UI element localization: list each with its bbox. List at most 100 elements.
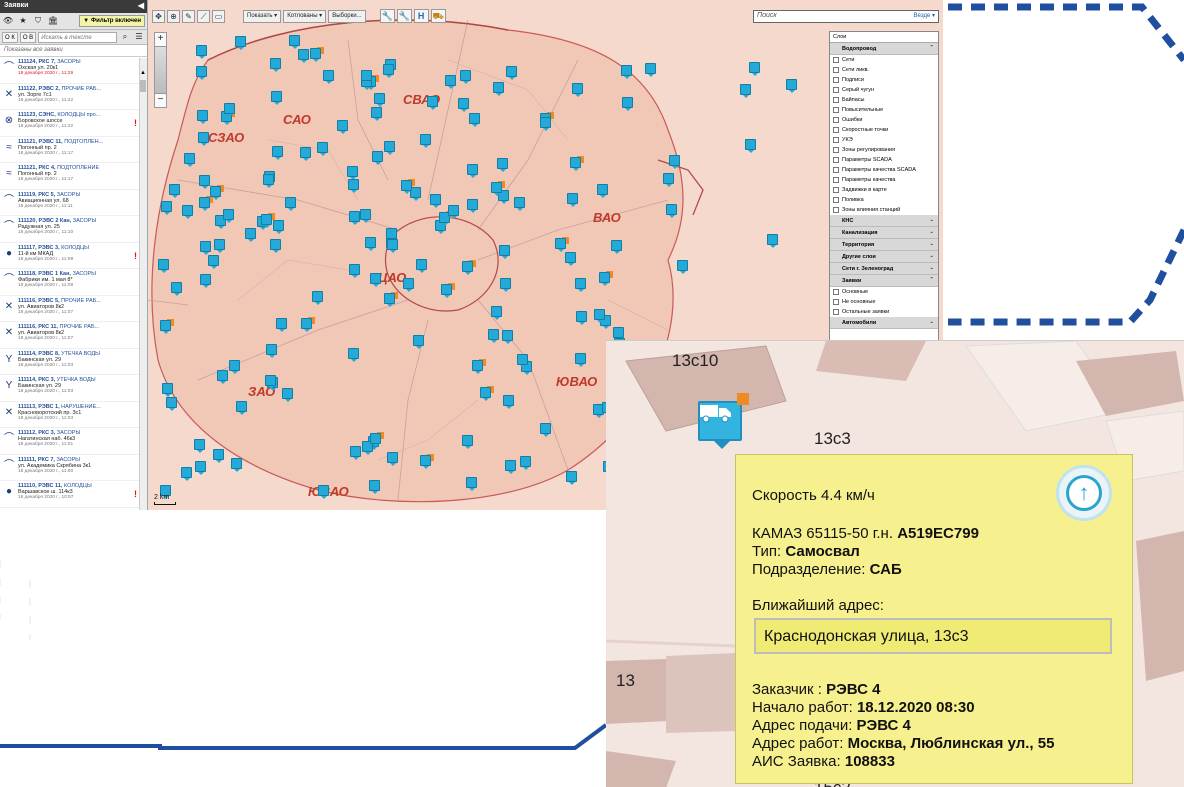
layer-checkbox[interactable] (833, 67, 839, 73)
vehicle-marker[interactable] (198, 175, 210, 190)
list-item[interactable]: ⌒ 111111, РКС 7, ЗАСОРЫ ул. Академика Скря… (0, 455, 147, 481)
layer-checkbox[interactable] (833, 147, 839, 153)
vehicle-marker[interactable] (346, 165, 358, 180)
vehicle-marker[interactable] (384, 140, 396, 155)
list-item[interactable]: ⌒ 111118, РЭВС 1 Кан, ЗАСОРЫ Фабрики им. 1… (0, 269, 147, 296)
zoom-area-icon[interactable]: ⊕ (167, 9, 180, 23)
list-item[interactable]: ⌒ 111120, РЭВС 2 Кан, ЗАСОРЫ Радужная ул. … (0, 216, 147, 243)
shield-icon[interactable]: ⛉ (32, 15, 44, 27)
search-icon[interactable]: ⌕ (119, 31, 131, 43)
vehicle-marker[interactable] (300, 146, 312, 161)
vehicle-marker[interactable] (487, 329, 499, 344)
vehicle-marker[interactable] (539, 117, 551, 132)
vehicle-marker[interactable] (497, 157, 509, 172)
vehicle-marker[interactable] (574, 352, 586, 367)
layer-row[interactable]: Повысительные (830, 105, 938, 115)
layer-checkbox[interactable] (833, 117, 839, 123)
pan-icon[interactable]: ✥ (152, 9, 165, 23)
vehicle-marker[interactable] (594, 308, 606, 323)
vehicle-marker[interactable] (501, 329, 513, 344)
collapse-panel-icon[interactable]: ◀ (138, 1, 144, 10)
vehicle-marker[interactable] (767, 233, 779, 248)
list-item[interactable]: ● 111110, РЭВС 11, КОЛОДЦЫ Варшавское ш. 1… (0, 481, 147, 508)
excavator-icon[interactable]: ⛟ (430, 9, 446, 23)
vehicle-marker[interactable] (213, 448, 225, 463)
vehicle-marker[interactable] (387, 451, 399, 466)
vehicle-marker[interactable] (260, 214, 272, 229)
vehicle-marker[interactable] (386, 238, 398, 253)
layer-checkbox[interactable] (833, 57, 839, 63)
ok-toggle-button[interactable]: О К (2, 31, 18, 43)
truck-marker[interactable] (698, 393, 749, 449)
layer-row[interactable]: Поливка (830, 195, 938, 205)
vehicle-marker[interactable] (400, 179, 412, 194)
layer-group[interactable]: Автомобили ⌄ (830, 317, 938, 329)
vehicle-marker[interactable] (513, 196, 525, 211)
vehicle-marker[interactable] (208, 254, 220, 269)
wrench-settings-icon[interactable]: 🔧 (396, 9, 412, 23)
vehicle-marker[interactable] (676, 259, 688, 274)
vehicle-marker[interactable] (316, 141, 328, 156)
vehicle-marker[interactable] (272, 145, 284, 160)
vehicle-marker[interactable] (506, 65, 518, 80)
scroll-thumb[interactable] (140, 80, 146, 92)
vehicle-marker[interactable] (744, 139, 756, 154)
layer-row[interactable]: Параметры качества SCADA (830, 165, 938, 175)
vehicle-marker[interactable] (270, 238, 282, 253)
vehicle-marker[interactable] (165, 396, 177, 411)
layer-row[interactable]: Скоростные точки (830, 125, 938, 135)
layer-group[interactable]: Территория ⌄ (830, 239, 938, 251)
vehicle-marker[interactable] (663, 173, 675, 188)
list-item[interactable]: ✕ 111122, РЭВС 2, ПРОЧИЕ РАБ... ул. Зорге … (0, 84, 147, 110)
layer-checkbox[interactable] (833, 167, 839, 173)
vehicle-marker[interactable] (461, 435, 473, 449)
vehicle-marker[interactable] (265, 375, 277, 390)
vehicle-marker[interactable] (599, 271, 611, 286)
vehicle-marker[interactable] (597, 184, 609, 199)
vehicle-marker[interactable] (369, 272, 381, 287)
layer-checkbox[interactable] (833, 87, 839, 93)
vehicle-marker[interactable] (383, 292, 395, 307)
vehicle-marker[interactable] (480, 387, 492, 402)
vehicle-marker[interactable] (570, 156, 582, 171)
layer-checkbox[interactable] (833, 289, 839, 295)
vehicle-marker[interactable] (199, 197, 211, 212)
vehicle-marker[interactable] (297, 48, 309, 63)
vehicle-marker[interactable] (223, 208, 235, 223)
vehicle-marker[interactable] (216, 370, 228, 385)
vehicle-marker[interactable] (564, 251, 576, 266)
layer-row[interactable]: Сети ликв. (830, 65, 938, 75)
vehicle-marker[interactable] (748, 61, 760, 76)
vehicle-marker[interactable] (491, 182, 503, 197)
vehicle-marker[interactable] (520, 455, 532, 470)
vehicle-marker[interactable] (621, 96, 633, 111)
list-item[interactable]: Y 111114, РКС 3, УТЕЧКА ВОДЫ Бакинская ул.… (0, 375, 147, 402)
vehicle-marker[interactable] (273, 219, 285, 234)
layer-checkbox[interactable] (833, 77, 839, 83)
vehicle-marker[interactable] (471, 360, 483, 375)
layer-checkbox[interactable] (833, 137, 839, 143)
text-search-input[interactable]: Искать в тексте (38, 31, 117, 43)
layer-row[interactable]: Зоны регулирования (830, 145, 938, 155)
layer-row[interactable]: УКЭ (830, 135, 938, 145)
vehicle-marker[interactable] (348, 211, 360, 226)
layer-row[interactable]: Зоны влияния станций (830, 205, 938, 215)
layer-checkbox[interactable] (833, 207, 839, 213)
vehicle-marker[interactable] (644, 62, 656, 77)
vehicle-marker[interactable] (236, 401, 248, 416)
vehicle-marker[interactable] (288, 35, 300, 49)
layer-row[interactable]: Параметры SCADA (830, 155, 938, 165)
vehicle-marker[interactable] (194, 439, 206, 454)
ruler-icon[interactable]: ✎ (182, 9, 195, 23)
layer-group[interactable]: Сети г. Зеленоград ⌄ (830, 263, 938, 275)
star-icon[interactable]: ★ (17, 15, 29, 27)
layer-row[interactable]: Байпасы (830, 95, 938, 105)
zoom-in-button[interactable]: + (155, 33, 166, 46)
layer-group[interactable]: Другие слои ⌄ (830, 251, 938, 263)
vehicle-marker[interactable] (492, 82, 504, 97)
nearest-address-field[interactable]: Краснодонская улица, 13с3 (754, 618, 1112, 654)
layer-checkbox[interactable] (833, 107, 839, 113)
vehicle-marker[interactable] (369, 433, 381, 448)
vehicle-marker[interactable] (516, 353, 528, 368)
vehicle-marker[interactable] (574, 277, 586, 292)
